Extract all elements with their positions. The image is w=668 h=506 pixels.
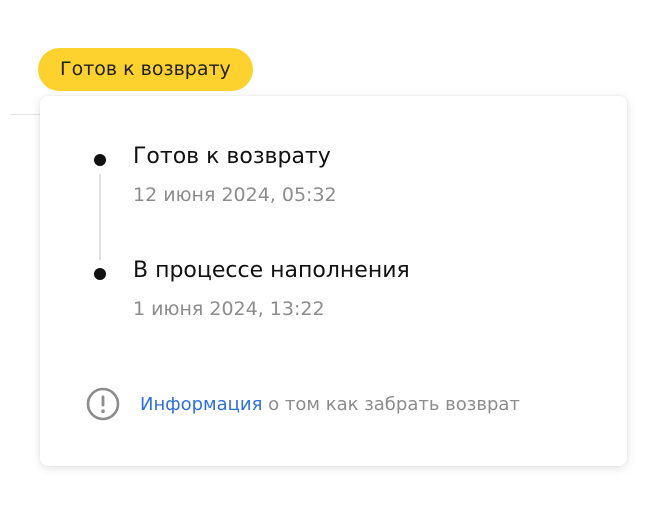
info-row: Информация о том как забрать возврат (86, 386, 520, 422)
info-description: о том как забрать возврат (262, 393, 520, 415)
event-date: 12 июня 2024, 05:32 (133, 184, 337, 206)
event-date: 1 июня 2024, 13:22 (133, 298, 325, 320)
status-history-card: Готов к возврату 12 июня 2024, 05:32 В п… (40, 96, 627, 466)
timeline-dot (94, 154, 106, 166)
info-link[interactable]: Информация (140, 394, 262, 415)
event-title: В процессе наполнения (133, 258, 410, 283)
event-title: Готов к возврату (133, 144, 331, 169)
status-badge: Готов к возврату (38, 48, 253, 91)
info-text: Информация о том как забрать возврат (140, 394, 520, 415)
timeline-dot (94, 268, 106, 280)
exclamation-circle-icon (86, 387, 120, 421)
timeline-line (99, 174, 101, 260)
